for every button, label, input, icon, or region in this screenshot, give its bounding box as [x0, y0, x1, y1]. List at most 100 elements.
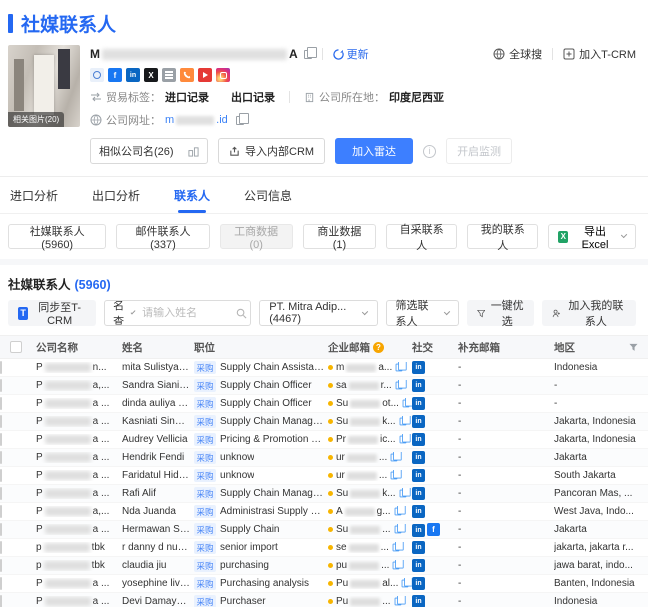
contact-name[interactable]: Rafi Alif	[122, 488, 194, 499]
row-checkbox[interactable]	[0, 397, 2, 410]
company-cell[interactable]: Pa ...	[36, 398, 122, 409]
contact-name[interactable]: Sandra Sianipar	[122, 380, 194, 391]
copy-icon[interactable]	[399, 488, 411, 498]
copy-icon[interactable]	[235, 112, 249, 125]
linkedin-icon[interactable]: in	[412, 397, 425, 410]
copy-icon[interactable]	[401, 578, 412, 588]
company-cell[interactable]: Pa ...	[36, 524, 122, 535]
linkedin-icon[interactable]: in	[412, 559, 425, 572]
linkedin-icon[interactable]: in	[412, 469, 425, 482]
linkedin-icon[interactable]: in	[412, 541, 425, 554]
linkedin-icon[interactable]: in	[412, 451, 425, 464]
subtab-my-contacts[interactable]: 我的联系人	[467, 224, 539, 252]
linkedin-icon[interactable]: in	[412, 505, 425, 518]
company-cell[interactable]: Pa ...	[36, 488, 122, 499]
contact-name[interactable]: claudia jiu	[122, 560, 194, 571]
export-excel-button[interactable]: X 导出 Excel	[548, 224, 637, 251]
linkedin-icon[interactable]: in	[412, 433, 425, 446]
linkedin-icon[interactable]: in	[412, 379, 425, 392]
company-cell[interactable]: p tbk	[36, 560, 122, 571]
linkedin-icon[interactable]: in	[412, 595, 425, 607]
select-all-checkbox[interactable]	[10, 341, 22, 353]
help-icon[interactable]: ?	[373, 341, 384, 353]
one-click-optimize-button[interactable]: 一键优选	[466, 300, 535, 328]
contact-name[interactable]: mita Sulistyandari	[122, 362, 194, 373]
company-cell[interactable]: Pa ...	[36, 578, 122, 589]
company-cell[interactable]: Pn...	[36, 362, 122, 373]
row-checkbox[interactable]	[0, 541, 2, 554]
global-search-link[interactable]: 全球搜	[493, 46, 542, 62]
copy-icon[interactable]	[394, 524, 406, 534]
company-cell[interactable]: Pa ...	[36, 470, 122, 481]
copy-icon[interactable]	[394, 506, 406, 516]
copy-icon[interactable]	[303, 46, 317, 59]
x-icon[interactable]: X	[144, 68, 158, 82]
company-cell[interactable]: p tbk	[36, 542, 122, 553]
copy-icon[interactable]	[394, 596, 406, 606]
row-checkbox[interactable]	[0, 433, 2, 446]
row-checkbox[interactable]	[0, 577, 2, 590]
row-checkbox[interactable]	[0, 487, 2, 500]
linkedin-icon[interactable]: in	[412, 361, 425, 374]
subtab-commercial-data[interactable]: 商业数据(1)	[302, 224, 377, 251]
name-query-dropdown[interactable]: 姓名查询	[105, 301, 142, 325]
company-cell[interactable]: Pa ...	[36, 416, 122, 427]
row-checkbox[interactable]	[0, 559, 2, 572]
row-checkbox[interactable]	[0, 595, 2, 607]
linkedin-icon[interactable]: in	[412, 523, 425, 537]
contact-name[interactable]: Devi Damayanti	[122, 596, 194, 607]
info-icon[interactable]: i	[423, 144, 437, 158]
copy-icon[interactable]	[399, 416, 411, 426]
export-record-link[interactable]: 出口记录	[231, 89, 275, 105]
search-icon[interactable]	[228, 308, 250, 319]
row-checkbox[interactable]	[0, 379, 2, 392]
join-radar-button[interactable]: 加入雷达	[335, 138, 414, 164]
add-my-contacts-button[interactable]: 加入我的联系人	[542, 300, 636, 328]
facebook-icon[interactable]: f	[108, 68, 122, 82]
related-photos-label[interactable]: 相关图片(20)	[8, 112, 65, 127]
similar-companies-box[interactable]: 相似公司名(26)	[90, 138, 208, 164]
company-cell[interactable]: Pa ...	[36, 596, 122, 607]
row-checkbox[interactable]	[0, 451, 2, 464]
company-photo[interactable]: 相关图片(20)	[8, 45, 80, 127]
linkedin-icon[interactable]: in	[412, 487, 425, 500]
tab-export-analysis[interactable]: 出口分析	[90, 177, 142, 213]
tab-company-info[interactable]: 公司信息	[242, 177, 294, 213]
copy-icon[interactable]	[393, 560, 405, 570]
contact-name[interactable]: Audrey Vellicia	[122, 434, 194, 445]
filter-funnel-icon[interactable]	[629, 343, 638, 352]
facebook-icon[interactable]: f	[427, 522, 440, 536]
row-checkbox[interactable]	[0, 505, 2, 518]
copy-icon[interactable]	[395, 380, 407, 390]
subtab-email-contacts[interactable]: 邮件联系人(337)	[116, 224, 210, 251]
contact-name[interactable]: Nda Juanda	[122, 506, 194, 517]
contact-name[interactable]: Hendrik Fendi	[122, 452, 194, 463]
copy-icon[interactable]	[395, 362, 407, 372]
subtab-social-contacts[interactable]: 社媒联系人(5960)	[8, 224, 107, 251]
copy-icon[interactable]	[390, 470, 402, 480]
name-search-input[interactable]	[142, 307, 229, 319]
company-cell[interactable]: Pa,...	[36, 506, 122, 517]
copy-icon[interactable]	[402, 398, 412, 408]
row-checkbox[interactable]	[0, 523, 2, 536]
copy-icon[interactable]	[399, 434, 411, 444]
enable-monitor-button[interactable]: 开启监测	[446, 138, 513, 164]
import-record-link[interactable]: 进口记录	[165, 89, 209, 105]
website-link[interactable]: m .id	[165, 114, 228, 126]
sync-tcrm-button[interactable]: T 同步至T-CRM	[8, 300, 97, 327]
linkedin-icon[interactable]: in	[412, 415, 425, 428]
row-checkbox[interactable]	[0, 415, 2, 428]
contact-name[interactable]: Hermawan Sapu...	[122, 524, 194, 535]
website-icon[interactable]	[90, 68, 104, 82]
contact-name[interactable]: dinda auliya adha	[122, 398, 194, 409]
filter-contacts-select[interactable]: 筛选联系人	[385, 300, 459, 328]
contact-name[interactable]: yosephine liviane	[122, 578, 194, 589]
tab-contacts[interactable]: 联系人	[172, 177, 212, 213]
company-cell[interactable]: Pa,...	[36, 380, 122, 391]
contact-name[interactable]: Faridatul Hidzroh	[122, 470, 194, 481]
blog-icon[interactable]	[162, 68, 176, 82]
company-filter-select[interactable]: PT. Mitra Adip... (4467)	[259, 300, 378, 326]
copy-icon[interactable]	[392, 542, 404, 552]
company-cell[interactable]: Pa ...	[36, 452, 122, 463]
tab-import-analysis[interactable]: 进口分析	[8, 177, 60, 213]
